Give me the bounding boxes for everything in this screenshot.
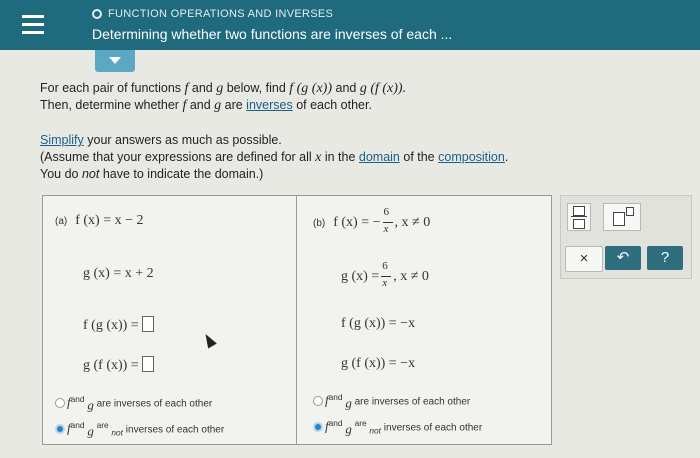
text: not xyxy=(81,167,100,181)
math-g: g xyxy=(87,423,94,439)
text: are xyxy=(221,98,247,112)
part-a-f-expr: f (x) = x − 2 xyxy=(75,213,144,228)
text: and xyxy=(328,418,343,428)
breadcrumb-label: FUNCTION OPERATIONS AND INVERSES xyxy=(108,8,334,20)
text: not xyxy=(369,425,381,436)
part-b-g-definition: g (x) = 6 x, x ≠ 0 xyxy=(341,260,429,290)
part-b-g-fraction: 6x xyxy=(381,260,392,290)
numerator: 6 xyxy=(383,206,390,218)
denominator: x xyxy=(382,277,388,289)
part-b-gf-label: g (f (x)) = xyxy=(341,356,397,371)
part-a-fg-label: f (g (x)) = xyxy=(83,318,139,333)
text: For each pair of functions xyxy=(40,81,185,95)
part-a-gf-label: g (f (x)) = xyxy=(83,358,139,373)
part-a-gf-input[interactable] xyxy=(142,356,155,372)
fraction-icon[interactable] xyxy=(567,203,591,231)
text: in the xyxy=(321,150,359,164)
instructions-paragraph-1: For each pair of functions f and g below… xyxy=(40,80,640,114)
part-b-gf-row: g (f (x)) = −x xyxy=(341,356,415,372)
part-b-fg-row: f (g (x)) = −x xyxy=(341,316,415,332)
text: and xyxy=(332,81,360,95)
text: below, find xyxy=(223,81,290,95)
part-b-option-not-inverses[interactable]: fand g are not inverses of each other xyxy=(313,418,482,437)
part-a-gf-row: g (f (x)) = xyxy=(83,356,155,374)
text: and xyxy=(328,392,343,402)
math-g: g xyxy=(345,421,352,437)
part-b-gf-input[interactable]: −x xyxy=(400,356,415,371)
math-toolbar: × ↶ ? xyxy=(560,195,692,279)
part-a-label: (a) xyxy=(55,216,68,227)
text: of each other. xyxy=(292,98,372,112)
text: of the xyxy=(399,150,439,164)
part-b-f-definition: (b) f (x) = −6 x, x ≠ 0 xyxy=(313,206,431,236)
undo-button[interactable]: ↶ xyxy=(605,246,641,270)
answer-panel: (a) f (x) = x − 2 g (x) = x + 2 f (g (x))… xyxy=(42,195,552,445)
text: and xyxy=(186,98,215,112)
part-a-f-definition: (a) f (x) = x − 2 xyxy=(55,213,144,229)
instructions-paragraph-2: Simplify your answers as much as possibl… xyxy=(40,132,640,183)
text: are xyxy=(354,418,367,428)
part-a-option-not-inverses[interactable]: fand g are not inverses of each other xyxy=(55,420,224,439)
math-gf: g (f (x)). xyxy=(359,81,407,96)
option-label: inverses of each other xyxy=(383,422,483,434)
help-button[interactable]: ? xyxy=(647,246,683,270)
math-g: g xyxy=(87,397,94,413)
exponent-icon[interactable] xyxy=(603,203,641,231)
breadcrumb: FUNCTION OPERATIONS AND INVERSES xyxy=(92,8,333,20)
toolbar-actions: × ↶ ? xyxy=(561,246,691,272)
text: your answers as much as possible. xyxy=(83,133,282,147)
part-b-g-condition: , x ≠ 0 xyxy=(393,269,429,284)
numerator: 6 xyxy=(382,260,388,272)
simplify-link[interactable]: Simplify xyxy=(40,133,84,147)
radio-button[interactable] xyxy=(313,396,323,407)
top-bar: FUNCTION OPERATIONS AND INVERSES Determi… xyxy=(0,0,700,50)
denominator: x xyxy=(383,223,389,235)
radio-button-selected[interactable] xyxy=(313,422,323,433)
text: You do xyxy=(40,167,82,181)
domain-link[interactable]: domain xyxy=(359,150,400,164)
part-b-option-inverses[interactable]: fand g are inverses of each other xyxy=(313,392,470,411)
text: and xyxy=(70,420,85,430)
text: . xyxy=(504,150,509,164)
option-label: are inverses of each other xyxy=(96,398,213,410)
inverses-link[interactable]: inverses xyxy=(246,98,293,112)
text: Then, determine whether xyxy=(40,98,183,112)
math-g: g xyxy=(345,395,352,411)
text: and xyxy=(188,81,217,95)
clear-button[interactable]: × xyxy=(565,246,603,272)
part-a-fg-row: f (g (x)) = xyxy=(83,316,155,334)
column-divider xyxy=(296,196,297,444)
option-label: inverses of each other xyxy=(125,424,225,436)
part-b-g-lhs: g (x) = xyxy=(341,269,380,284)
composition-link[interactable]: composition xyxy=(438,150,505,164)
radio-button[interactable] xyxy=(55,398,65,409)
part-b-f-condition: , x ≠ 0 xyxy=(394,215,431,230)
part-b-f-fraction: 6x xyxy=(382,206,393,236)
part-b-fg-input[interactable]: −x xyxy=(400,316,415,331)
math-fg: f (g (x)) xyxy=(289,81,333,96)
option-label: are inverses of each other xyxy=(354,396,471,408)
text: and xyxy=(70,394,85,404)
menu-icon[interactable] xyxy=(18,10,48,40)
text: are xyxy=(96,420,109,430)
page-title: Determining whether two functions are in… xyxy=(92,26,453,42)
text: not xyxy=(111,427,123,438)
part-a-option-inverses[interactable]: fand g are inverses of each other xyxy=(55,394,212,413)
part-a-g-definition: g (x) = x + 2 xyxy=(83,266,154,281)
text: (Assume that your expressions are define… xyxy=(40,150,316,164)
chevron-down-icon[interactable] xyxy=(95,50,135,72)
part-b-fg-label: f (g (x)) = xyxy=(341,316,397,331)
part-a-fg-input[interactable] xyxy=(142,316,155,332)
part-b-label: (b) xyxy=(313,218,326,229)
radio-button-selected[interactable] xyxy=(55,424,65,435)
topic-status-icon xyxy=(92,9,102,19)
part-b-f-lhs: f (x) = − xyxy=(333,215,381,230)
text: have to indicate the domain.) xyxy=(99,167,264,181)
